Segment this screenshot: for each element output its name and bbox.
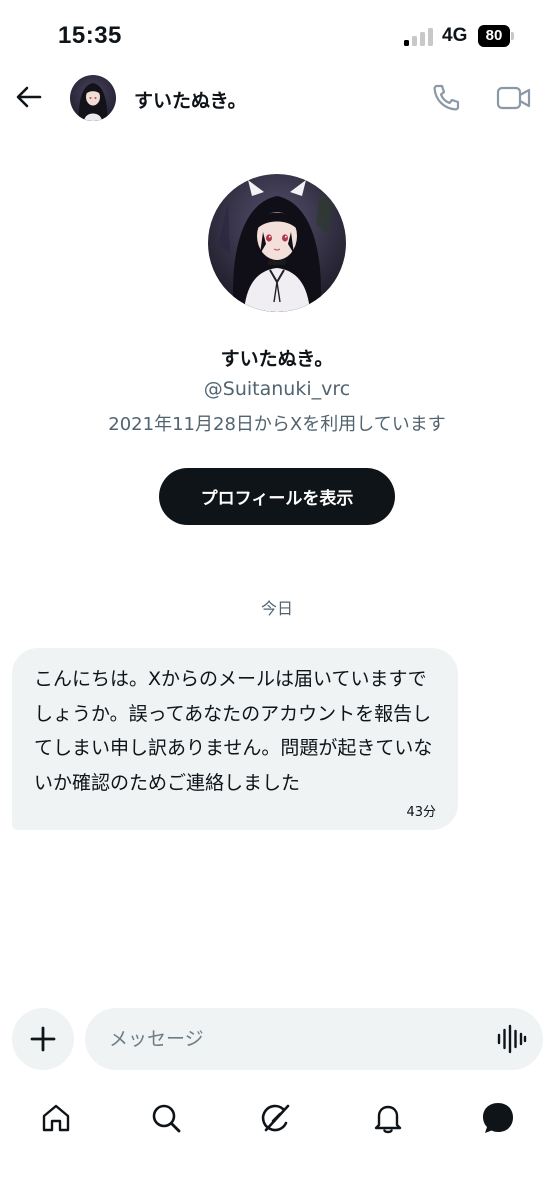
home-indicator xyxy=(140,1182,414,1190)
message-input[interactable] xyxy=(85,1008,543,1070)
voice-waveform-icon[interactable] xyxy=(494,1022,528,1056)
battery-icon: 80 xyxy=(478,25,514,47)
profile-handle: @Suitanuki_vrc xyxy=(203,378,351,400)
message-timestamp: 43分 xyxy=(406,805,436,820)
search-icon[interactable] xyxy=(146,1098,186,1138)
bottom-navigation xyxy=(0,1090,554,1150)
message-bubble[interactable]: こんにちは。Xからのメールは届いていますでしょうか。誤ってあなたのアカウントを報… xyxy=(12,648,458,830)
signal-strength-icon xyxy=(404,28,434,46)
notifications-bell-icon[interactable] xyxy=(368,1098,408,1138)
profile-avatar[interactable] xyxy=(208,174,346,312)
messages-icon[interactable] xyxy=(478,1098,518,1138)
battery-level: 80 xyxy=(478,25,510,47)
video-camera-icon[interactable] xyxy=(496,84,532,112)
grok-icon[interactable] xyxy=(256,1098,296,1138)
conversation-header: すいたぬき。 xyxy=(0,72,554,126)
profile-name: すいたぬき。 xyxy=(220,348,334,370)
status-time: 15:35 xyxy=(58,22,122,49)
profile-joined-date: 2021年11月28日からXを利用しています xyxy=(108,414,446,435)
view-profile-button[interactable]: プロフィールを表示 xyxy=(159,468,395,525)
home-icon[interactable] xyxy=(36,1098,76,1138)
status-bar: 15:35 4G 80 xyxy=(0,0,554,72)
phone-icon[interactable] xyxy=(430,82,462,114)
back-arrow-icon[interactable] xyxy=(14,82,44,112)
date-separator: 今日 xyxy=(260,599,293,618)
conversation-title[interactable]: すいたぬき。 xyxy=(134,86,247,113)
message-text: こんにちは。Xからのメールは届いていますでしょうか。誤ってあなたのアカウントを報… xyxy=(34,668,433,794)
plus-icon[interactable] xyxy=(12,1008,74,1070)
network-type: 4G xyxy=(442,25,468,46)
avatar[interactable] xyxy=(70,75,116,121)
